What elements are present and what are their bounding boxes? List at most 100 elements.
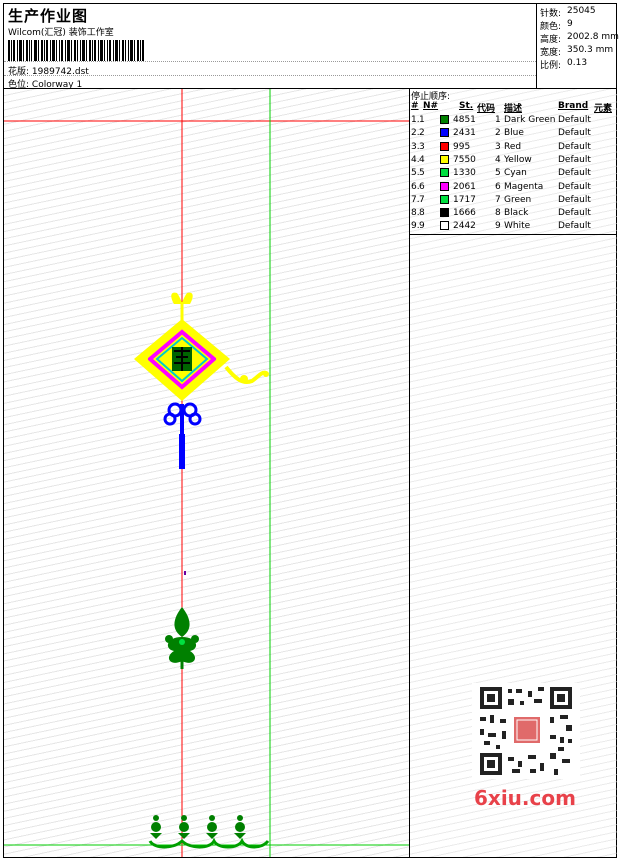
color-description: Yellow xyxy=(504,154,532,165)
color-swatch xyxy=(440,141,449,151)
table-row: 2. 2 2431 2 Blue Default xyxy=(410,128,617,141)
color-code: 4 xyxy=(495,154,501,165)
stitch-count: 7550 xyxy=(453,154,476,165)
divider xyxy=(4,61,536,62)
column-header: # xyxy=(411,101,419,111)
color-swatch xyxy=(440,128,449,138)
color-code: 5 xyxy=(495,168,501,179)
color-description: Dark Green xyxy=(504,115,556,125)
color-description: Magenta xyxy=(504,181,544,192)
needle-number: 6 xyxy=(419,181,425,192)
color-code: 2 xyxy=(495,128,501,139)
stat-label: 比例: xyxy=(540,61,562,71)
thread-brand: Default xyxy=(558,194,591,205)
thread-brand: Default xyxy=(558,115,591,125)
stop-sequence-panel: 停止顺序: # N# St. 代码 描述 Brand 元素 1. 1 4851 1 Da… xyxy=(410,89,617,857)
barcode xyxy=(8,40,144,61)
color-description: Cyan xyxy=(504,168,527,179)
stat-scale: 比例: 0.13 xyxy=(540,58,587,71)
stitch-count: 995 xyxy=(453,141,471,152)
stat-value: 0.13 xyxy=(567,58,588,68)
table-row: 1. 1 4851 1 Dark Green Default xyxy=(410,115,617,128)
stat-label: 高度: xyxy=(540,35,562,45)
stat-colors: 颜色: 9 xyxy=(540,19,573,32)
panel-divider xyxy=(410,234,617,235)
qr-code xyxy=(472,683,580,779)
color-code: 6 xyxy=(495,181,501,192)
stat-label: 颜色: xyxy=(540,22,562,32)
color-swatch xyxy=(440,154,449,164)
stat-stitches: 针数: 25045 xyxy=(540,6,596,19)
thread-brand: Default xyxy=(558,141,591,152)
needle-number: 5 xyxy=(419,168,425,179)
qr-logo xyxy=(514,717,540,743)
color-description: Black xyxy=(504,208,529,219)
table-row: 5. 5 1330 5 Cyan Default xyxy=(410,168,617,181)
color-swatch xyxy=(440,221,449,231)
green-motif xyxy=(165,607,199,669)
thread-brand: Default xyxy=(558,181,591,192)
page-title: 生产作业图 xyxy=(8,7,89,25)
table-row: 3. 3 995 3 Red Default xyxy=(410,141,617,155)
stitch-count: 1666 xyxy=(453,208,476,219)
stitch-count: 4851 xyxy=(453,115,476,125)
column-header: Brand xyxy=(558,101,589,111)
stat-value: 25045 xyxy=(567,6,596,16)
bottom-border xyxy=(148,815,270,849)
table-row: 4. 4 7550 4 Yellow Default xyxy=(410,154,617,168)
needle-number: 4 xyxy=(419,154,425,165)
needle-number: 2 xyxy=(419,128,425,139)
stat-label: 针数: xyxy=(540,9,562,19)
color-code: 9 xyxy=(495,221,501,232)
color-swatch xyxy=(440,168,449,178)
column-header: 描述 xyxy=(504,104,523,114)
table-row: 7. 7 1717 7 Green Default xyxy=(410,194,617,208)
thread-brand: Default xyxy=(558,221,591,232)
column-header: St. xyxy=(459,101,474,111)
color-swatch xyxy=(440,115,449,124)
color-swatch xyxy=(440,208,449,218)
column-header: 元素 xyxy=(594,104,613,114)
stitch-count: 2442 xyxy=(453,221,476,232)
design-preview xyxy=(4,89,410,857)
color-description: Blue xyxy=(504,128,524,139)
color-description: Red xyxy=(504,141,522,152)
color-swatch xyxy=(440,181,449,191)
needle-number: 3 xyxy=(419,141,425,152)
divider xyxy=(4,75,536,76)
knot-ornament xyxy=(134,292,269,575)
company-name: Wilcom(汇冠) 装饰工作室 xyxy=(8,28,114,38)
needle-number: 7 xyxy=(419,194,425,205)
stitch-count: 2431 xyxy=(453,128,476,139)
stat-value: 350.3 mm xyxy=(567,45,614,55)
table-row: 9. 9 2442 9 White Default xyxy=(410,221,617,234)
needle-number: 1 xyxy=(419,115,425,125)
column-header: 代码 xyxy=(477,104,496,114)
thread-brand: Default xyxy=(558,128,591,139)
stitch-count: 2061 xyxy=(453,181,476,192)
color-code: 8 xyxy=(495,208,501,219)
color-code: 1 xyxy=(495,115,501,125)
stat-value: 9 xyxy=(567,19,573,29)
stat-label: 宽度: xyxy=(540,48,562,58)
color-description: White xyxy=(504,221,531,232)
embroidery-preview xyxy=(4,89,409,857)
thread-brand: Default xyxy=(558,168,591,179)
header-info: 生产作业图 Wilcom(汇冠) 装饰工作室 花版: 1989742.dst 色… xyxy=(4,4,536,90)
color-code: 3 xyxy=(495,141,501,152)
color-code: 7 xyxy=(495,194,501,205)
needle-number: 8 xyxy=(419,208,425,219)
thread-brand: Default xyxy=(558,154,591,165)
thread-brand: Default xyxy=(558,208,591,219)
color-description: Green xyxy=(504,194,532,205)
design-stats: 针数: 25045 颜色: 9 高度: 2002.8 mm 宽度: 350.3 mm 比… xyxy=(536,4,619,88)
table-row: 6. 6 2061 6 Magenta Default xyxy=(410,181,617,195)
watermark-site: 6xiu.com xyxy=(474,786,576,810)
color-swatch xyxy=(440,194,449,204)
table-row: 8. 8 1666 8 Black Default xyxy=(410,208,617,221)
stitch-count: 1717 xyxy=(453,194,476,205)
stitch-count: 1330 xyxy=(453,168,476,179)
needle-number: 9 xyxy=(419,221,425,232)
column-header: N# xyxy=(423,101,439,111)
stat-value: 2002.8 mm xyxy=(567,32,619,42)
